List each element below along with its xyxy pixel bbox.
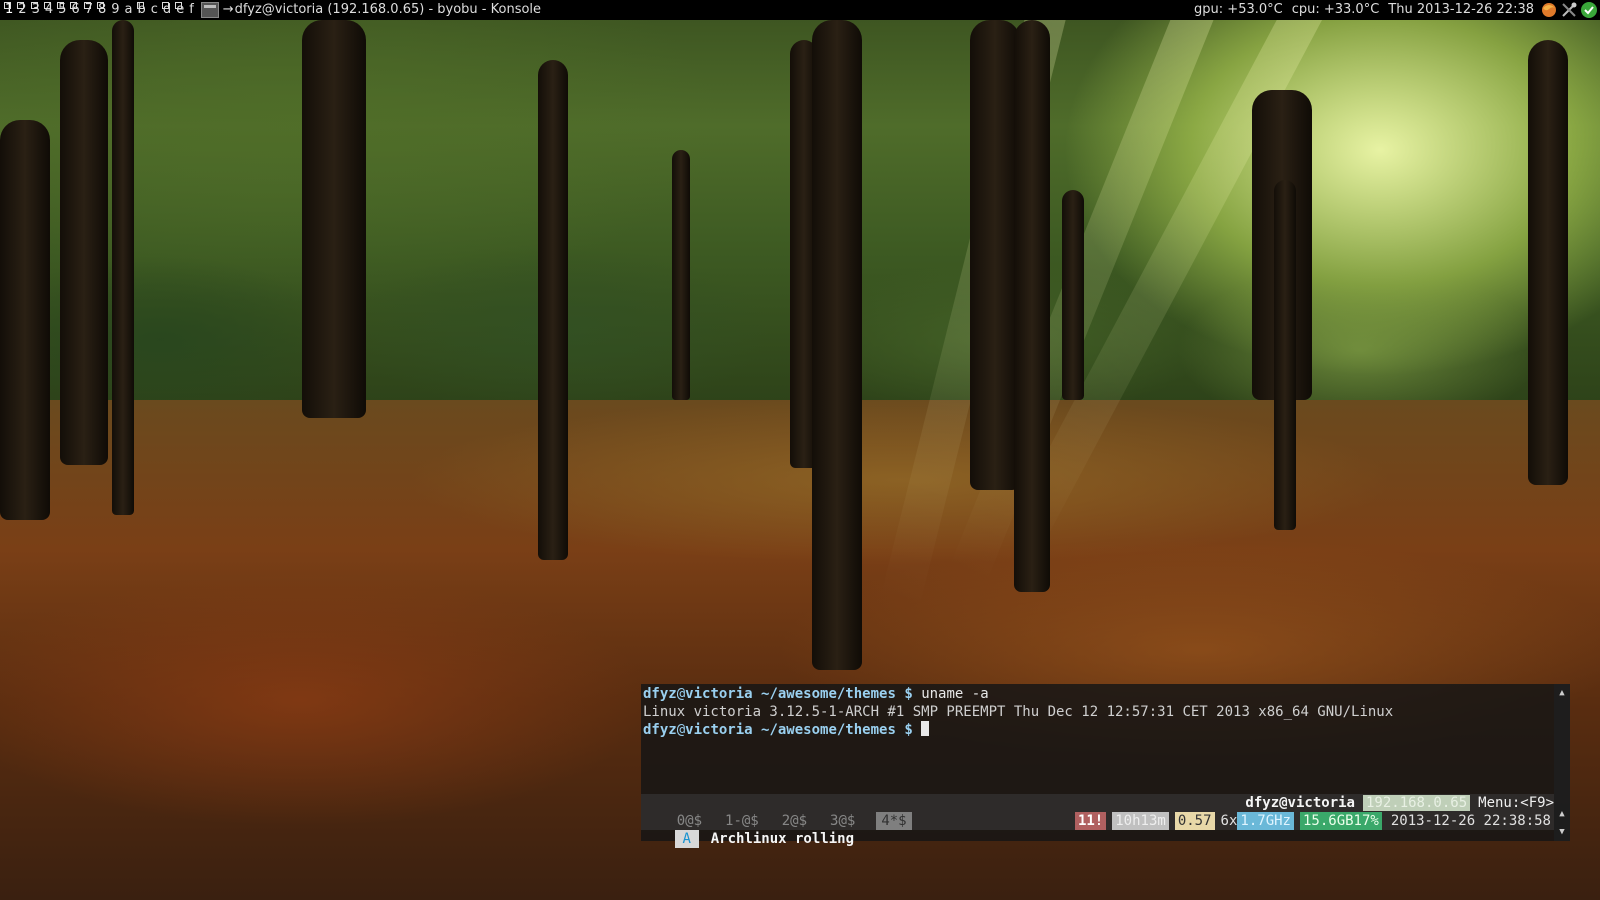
byobu-user-host: dfyz@victoria — [1245, 795, 1355, 811]
byobu-uptime: 10h13m — [1112, 812, 1169, 830]
tag-e[interactable]: e — [174, 0, 187, 20]
byobu-window-bar: 0@$1-@$2@$3@$4*$ dfyz@victoria192.168.0.… — [641, 794, 1554, 830]
tag-7[interactable]: 7 — [83, 0, 96, 20]
wallpaper-tree — [1528, 40, 1568, 485]
tag-9[interactable]: 9 — [109, 0, 122, 20]
tag-1[interactable]: 1 — [3, 0, 16, 20]
byobu-cpu-count: 6x — [1220, 813, 1238, 829]
byobu-distro: Archlinux rolling — [710, 831, 855, 847]
wallpaper-tree — [60, 40, 108, 465]
byobu-datetime: 2013-12-26 22:38:58 — [1390, 813, 1551, 829]
byobu-cpu-freq: 1.7GHz — [1237, 812, 1294, 830]
prompt-dollar: $ — [895, 722, 922, 738]
checkmark-icon[interactable] — [1580, 1, 1598, 19]
prompt-path: ~/awesome/themes — [752, 722, 896, 738]
prompt-at: @ — [676, 722, 686, 738]
byobu-load: 0.57 — [1174, 812, 1215, 830]
tag-list: 123456789abcdef — [0, 0, 197, 20]
system-tray — [1540, 1, 1598, 19]
konsole-terminal[interactable]: dfyz@victoria ~/awesome/themes $ uname -… — [641, 684, 1570, 848]
panel-widgets: gpu: +53.0°C cpu: +33.0°C Thu 2013-12-26… — [1194, 0, 1600, 20]
tag-4[interactable]: 4 — [43, 0, 56, 20]
focus-arrow-icon: → — [222, 2, 234, 17]
wallpaper-tree — [970, 20, 1020, 490]
tag-a[interactable]: a — [123, 0, 136, 20]
tag-f[interactable]: f — [187, 0, 197, 20]
wallpaper-tree — [1014, 20, 1050, 592]
wallpaper-tree — [302, 20, 366, 418]
wallpaper-tree — [1062, 190, 1084, 400]
cpu-temp-widget: cpu: +33.0°C — [1291, 2, 1380, 17]
focused-window-title[interactable]: →dfyz@victoria (192.168.0.65) - byobu - … — [223, 0, 541, 20]
tag-b[interactable]: b — [136, 0, 149, 20]
tag-d[interactable]: d — [161, 0, 174, 20]
firefox-icon[interactable] — [1540, 1, 1558, 19]
window-title-text: dfyz@victoria (192.168.0.65) - byobu - K… — [234, 2, 542, 17]
command-output: Linux victoria 3.12.5-1-ARCH #1 SMP PREE… — [643, 704, 1394, 720]
terminal-scrollbar[interactable]: ▲ ▲ ▼ — [1554, 684, 1570, 841]
terminal-line: dfyz@victoria ~/awesome/themes $ uname -… — [643, 685, 1393, 703]
wallpaper-tree — [538, 60, 568, 560]
wallpaper-tree — [0, 120, 50, 520]
wallpaper-tree — [672, 150, 690, 400]
wallpaper-tree — [112, 20, 134, 515]
text-cursor — [921, 721, 930, 736]
arch-logo-icon: A — [674, 830, 699, 848]
prompt-at: @ — [676, 686, 686, 702]
top-panel: 123456789abcdef →dfyz@victoria (192.168.… — [0, 0, 1600, 20]
byobu-menu-hint[interactable]: Menu:<F9> — [1478, 795, 1554, 811]
terminal-line: dfyz@victoria ~/awesome/themes $ — [643, 721, 1393, 739]
layout-icon[interactable] — [200, 2, 219, 18]
byobu-memory: 15.6GB17% — [1299, 812, 1382, 830]
prompt-user: dfyz — [643, 686, 677, 702]
prompt-dollar: $ — [895, 686, 922, 702]
byobu-updates: 11! — [1074, 812, 1107, 830]
tag-c[interactable]: c — [149, 0, 161, 20]
network-tools-icon[interactable] — [1560, 1, 1578, 19]
scroll-up-icon[interactable]: ▲ — [1554, 807, 1570, 821]
prompt-host: victoria — [685, 686, 753, 702]
wallpaper-tree — [812, 20, 862, 670]
tag-5[interactable]: 5 — [56, 0, 69, 20]
byobu-status-bar: A Archlinux rolling 11! 10h13m 0.57 6x 1.7GHz… — [641, 812, 1554, 848]
tag-8[interactable]: 8 — [96, 0, 109, 20]
gpu-temp-widget: gpu: +53.0°C — [1194, 2, 1283, 17]
tag-6[interactable]: 6 — [69, 0, 82, 20]
wallpaper-tree — [1274, 180, 1296, 530]
prompt-host: victoria — [685, 722, 753, 738]
clock-widget[interactable]: Thu 2013-12-26 22:38 — [1388, 0, 1534, 20]
tag-2[interactable]: 2 — [16, 0, 29, 20]
byobu-stats: 11! 10h13m 0.57 6x 1.7GHz 15.6GB17% 2013-12-26… — [1069, 812, 1554, 830]
terminal-output: dfyz@victoria ~/awesome/themes $ uname -… — [643, 685, 1393, 739]
prompt-user: dfyz — [643, 722, 677, 738]
tag-3[interactable]: 3 — [30, 0, 43, 20]
command-text: uname -a — [921, 686, 989, 702]
scroll-up-icon[interactable]: ▲ — [1554, 686, 1570, 700]
prompt-path: ~/awesome/themes — [752, 686, 896, 702]
byobu-host-info: dfyz@victoria 192.168.0.65 Menu:<F9> — [1245, 794, 1554, 812]
byobu-ip: 192.168.0.65 — [1362, 795, 1471, 811]
scroll-down-icon[interactable]: ▼ — [1554, 825, 1570, 839]
